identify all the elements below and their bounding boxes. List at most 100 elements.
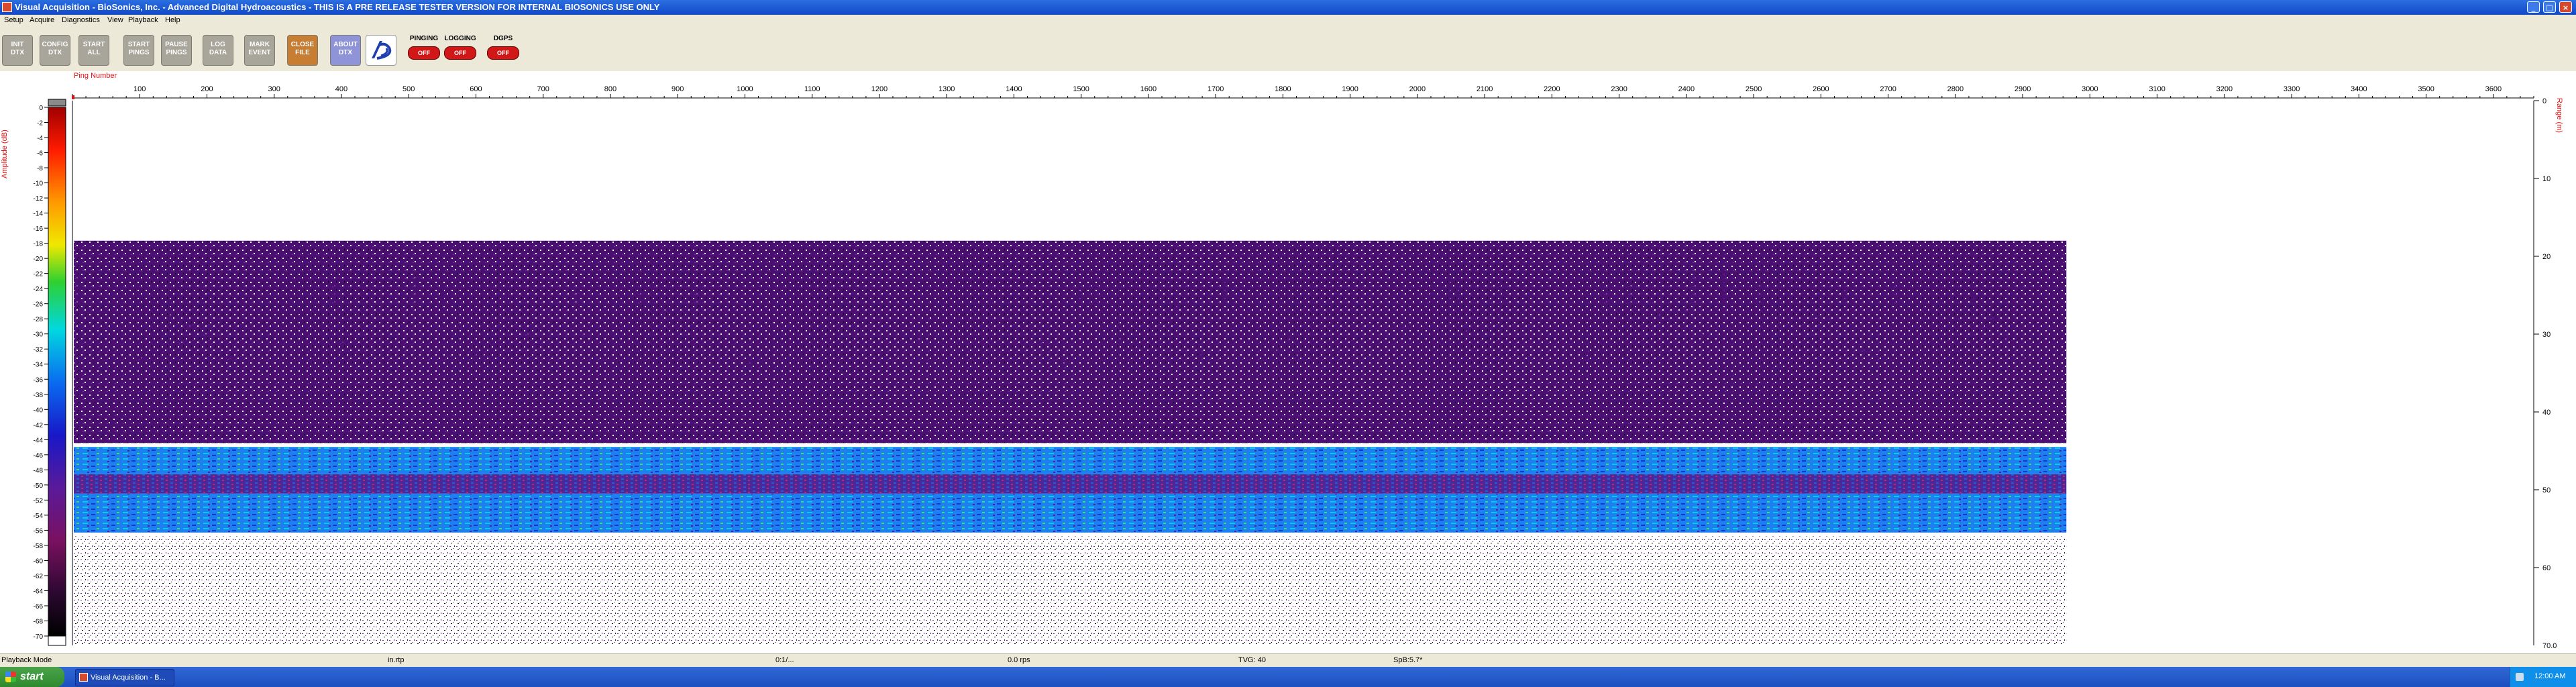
scattering-band-upper [74, 447, 2067, 474]
pause-pings-button[interactable]: PAUSE PINGS [161, 35, 192, 66]
noise-spike [290, 364, 292, 368]
about-dtx-button[interactable]: ABOUT DTX [330, 35, 361, 66]
noise-spike [845, 357, 848, 360]
noise-spike [898, 354, 900, 357]
noise-spike [650, 364, 652, 368]
colorbar-tick-label: -8 [37, 165, 43, 172]
pinging-indicator: PINGING OFF [407, 35, 441, 66]
x-tick-label: 1000 [737, 85, 753, 93]
noise-spike [1580, 330, 1582, 333]
indicator-label: PINGING [409, 35, 439, 42]
noise-spike [1404, 325, 1405, 328]
maximize-button[interactable]: □ [2543, 1, 2556, 13]
noise-spike [627, 279, 629, 303]
menu-playback[interactable]: Playback [128, 16, 158, 24]
noise-spike [1246, 315, 1247, 318]
y-tick-label: 20 [2542, 253, 2551, 261]
log-data-button[interactable]: LOG DATA [203, 35, 233, 66]
noise-spike [918, 336, 921, 339]
button-label: START [83, 41, 105, 48]
noise-spike [1366, 320, 1368, 323]
close-file-button[interactable]: CLOSE FILE [287, 35, 318, 66]
noise-spike [576, 290, 579, 303]
noise-spike [1776, 331, 1778, 334]
init-dtx-button[interactable]: INIT DTX [2, 35, 33, 66]
minimize-button[interactable]: _ [2527, 1, 2540, 13]
menu-help[interactable]: Help [165, 16, 180, 24]
taskbar: start Visual Acquisition - B... 12:00 AM [0, 667, 2576, 687]
noise-spike [1017, 347, 1018, 350]
noise-spike [496, 340, 498, 344]
noise-spike [462, 343, 464, 346]
noise-spike [1430, 286, 1431, 303]
noise-spike [1502, 281, 1503, 303]
noise-spike [957, 361, 959, 364]
noise-spike [597, 348, 600, 352]
x-tick-label: 1600 [1140, 85, 1157, 93]
noise-spike [2063, 280, 2065, 303]
start-button[interactable]: start [0, 667, 64, 687]
x-tick-label: 2300 [1611, 85, 1627, 93]
menu-view[interactable]: View [107, 16, 123, 24]
start-all-button[interactable]: START ALL [78, 35, 109, 66]
echogram-chart[interactable]: Amplitude (dB) 0 -2 -4 -6 -8 -10 -12 -14 -16 -18 -… [0, 71, 2576, 653]
x-tick-label: 2800 [1947, 85, 1964, 93]
app-icon [79, 673, 88, 682]
mark-event-button[interactable]: MARK EVENT [244, 35, 275, 66]
taskbar-item-visual-acquisition[interactable]: Visual Acquisition - B... [75, 669, 174, 686]
menu-setup[interactable]: Setup [4, 16, 23, 24]
colorbar-tick-label: -48 [34, 467, 44, 474]
noise-spike [84, 339, 86, 343]
colorbar-gradient [48, 107, 66, 637]
noise-spike [392, 289, 395, 303]
colorbar-tick-label: -22 [34, 271, 44, 278]
y-tick-label: 30 [2542, 331, 2551, 339]
noise-spike [2025, 358, 2026, 362]
title-bar: Visual Acquisition - BioSonics, Inc. - A… [0, 0, 2576, 15]
noise-spike [484, 354, 486, 358]
colorbar-tick-label: -32 [34, 346, 44, 354]
echogram-data [72, 95, 2067, 645]
start-pings-button[interactable]: START PINGS [123, 35, 154, 66]
noise-spike [1741, 364, 1743, 367]
noise-spike [566, 341, 567, 345]
button-label: CLOSE [290, 41, 315, 48]
noise-spike [180, 339, 183, 343]
noise-spike [241, 331, 243, 334]
x-tick-label: 2200 [1544, 85, 1560, 93]
x-tick-label: 200 [201, 85, 213, 93]
noise-spike [1449, 281, 1452, 303]
noise-spike [715, 310, 716, 313]
noise-spike [364, 282, 366, 303]
x-tick-label: 2100 [1477, 85, 1493, 93]
noise-spike [1110, 315, 1112, 319]
config-dtx-button[interactable]: CONFIG DTX [40, 35, 70, 66]
y-tick-label: 0 [2542, 97, 2546, 105]
noise-spike [1098, 276, 1099, 303]
noise-spike [1274, 348, 1277, 352]
noise-spike [520, 331, 523, 334]
noise-spike [447, 354, 450, 358]
noise-spike [221, 303, 223, 306]
noise-spike [1063, 361, 1065, 364]
noise-spike [298, 314, 300, 317]
close-window-button[interactable]: × [2559, 1, 2572, 13]
menu-diagnostics[interactable]: Diagnostics [62, 16, 100, 24]
biosonics-logo-icon[interactable] [366, 35, 396, 66]
noise-spike [857, 321, 859, 325]
button-label: CONFIG [42, 41, 68, 48]
colorbar-tick-label: -66 [34, 603, 44, 611]
noise-spike [1890, 297, 1892, 303]
noise-spike [696, 287, 698, 303]
status-mode: Playback Mode [1, 656, 52, 664]
noise-spike [811, 305, 812, 309]
noise-spike [1005, 336, 1007, 339]
button-label: PAUSE [165, 41, 188, 48]
network-icon[interactable] [2516, 673, 2524, 681]
menu-acquire[interactable]: Acquire [30, 16, 54, 24]
noise-spike [1919, 295, 1920, 303]
noise-spike [312, 354, 315, 358]
noise-spike [1289, 336, 1290, 339]
noise-spike [1958, 305, 1961, 309]
button-label: FILE [295, 49, 310, 56]
